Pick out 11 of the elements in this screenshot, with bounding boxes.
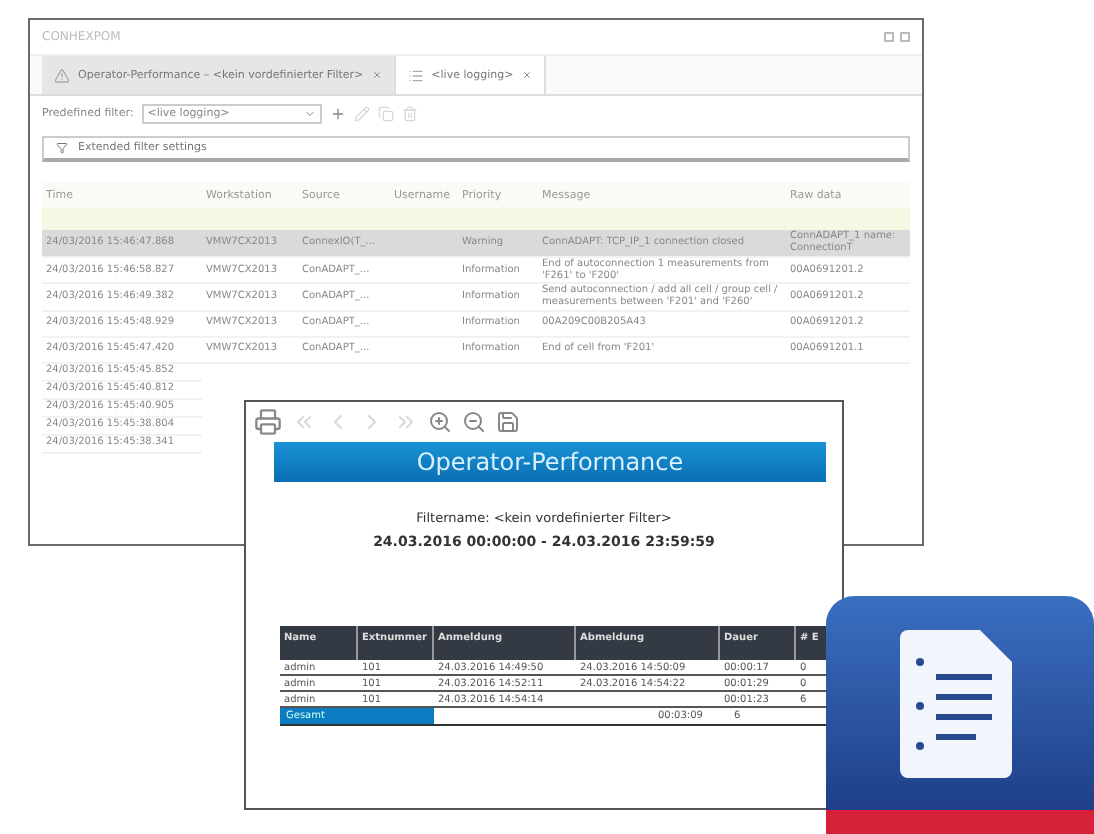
zoom-out-icon[interactable] <box>462 410 486 434</box>
warning-icon <box>54 67 70 83</box>
printer-icon[interactable] <box>254 408 282 436</box>
chevron-down-icon <box>303 108 316 120</box>
report-title: Operator-Performance <box>274 442 826 482</box>
close-button[interactable] <box>900 32 910 42</box>
zoom-in-icon[interactable] <box>428 410 452 434</box>
plus-icon[interactable] <box>329 106 346 122</box>
list-icon <box>407 67 424 83</box>
save-icon[interactable] <box>496 410 520 434</box>
maximize-button[interactable] <box>884 32 894 42</box>
